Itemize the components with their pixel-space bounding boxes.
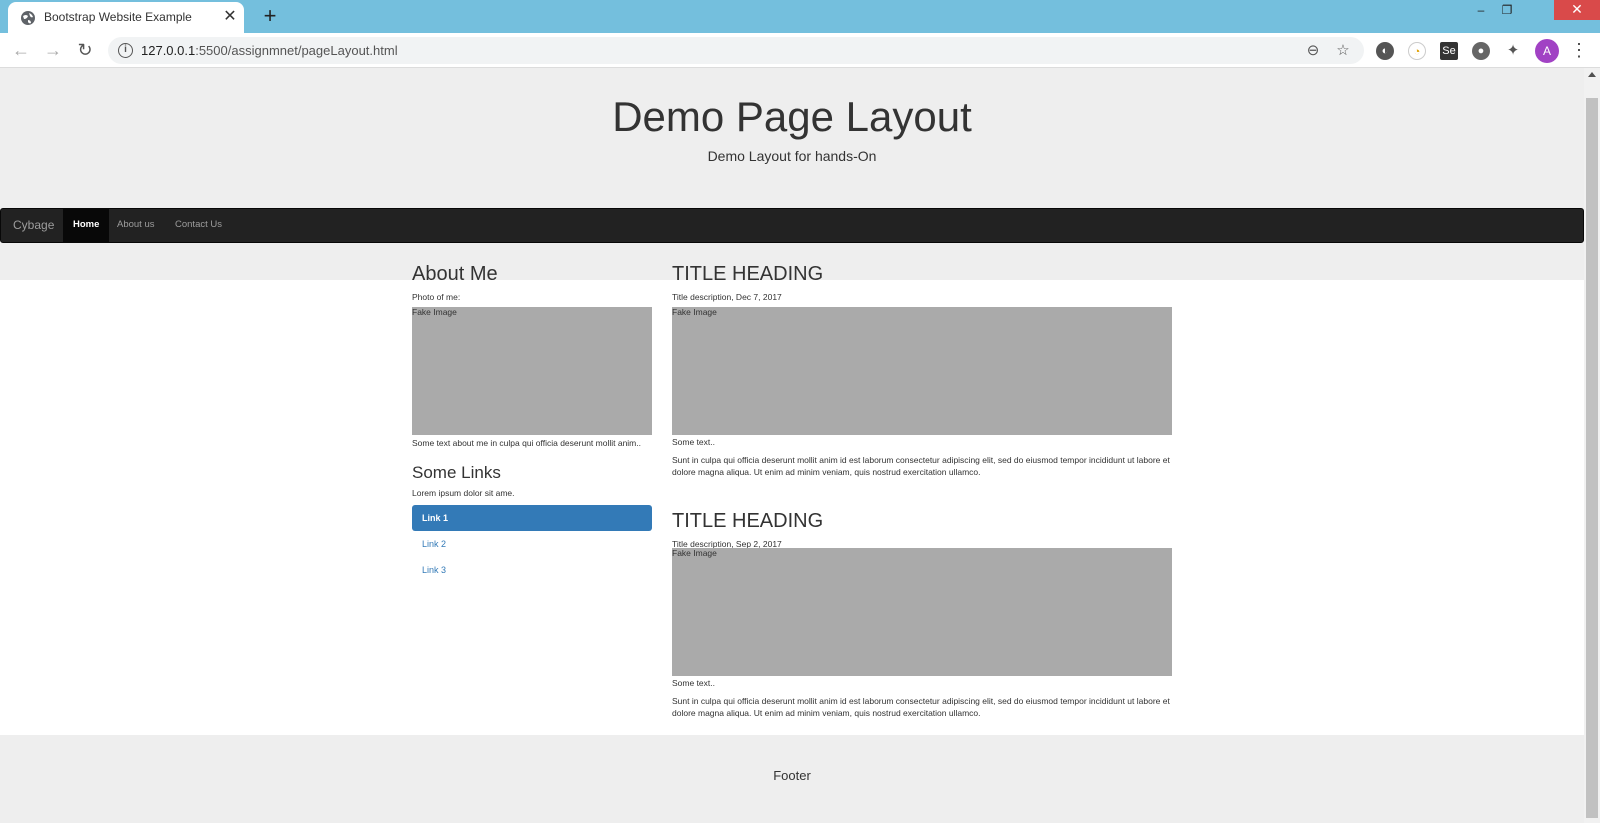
about-text: Some text about me in culpa qui officia … — [412, 438, 641, 448]
footer: Footer — [0, 735, 1584, 823]
browser-menu-icon[interactable]: ⋮ — [1570, 40, 1588, 62]
main-column: TITLE HEADING Title description, Dec 7, … — [672, 263, 1172, 719]
browser-tab[interactable]: Bootstrap Website Example ✕ — [8, 2, 244, 33]
page-subtitle: Demo Layout for hands-On — [707, 148, 877, 164]
jumbotron: Demo Page Layout Demo Layout for hands-O… — [0, 68, 1584, 280]
about-fake-image: Fake Image — [412, 307, 652, 435]
window-minimize-button[interactable]: – — [1470, 2, 1492, 20]
link-2[interactable]: Link 2 — [412, 531, 652, 557]
zoom-icon[interactable]: ⊖ — [1304, 42, 1322, 60]
links-text: Lorem ipsum dolor sit ame. — [412, 488, 515, 498]
tab-title: Bootstrap Website Example — [44, 10, 192, 24]
new-tab-button[interactable]: + — [260, 5, 280, 27]
page-scrollbar[interactable] — [1584, 68, 1600, 823]
selenium-extension-icon[interactable]: Se — [1440, 42, 1458, 60]
bookmark-star-icon[interactable]: ☆ — [1334, 42, 1352, 60]
post-fake-image: Fake Image — [672, 307, 1172, 435]
forward-arrow-icon[interactable]: → — [42, 40, 64, 62]
post-heading: TITLE HEADING — [672, 263, 824, 285]
extension-globe-icon[interactable]: ● — [1472, 42, 1490, 60]
post-fake-image-label: Fake Image — [672, 307, 717, 317]
post-body: Sunt in culpa qui officia deserunt molli… — [672, 696, 1170, 718]
post-description: Title description, Dec 7, 2017 — [672, 292, 782, 302]
url-text[interactable]: 127.0.0.1:5500/assignmnet/pageLayout.htm… — [141, 43, 398, 58]
nav-item-about-us[interactable]: About us — [107, 209, 165, 242]
extension-icon[interactable]: ◔ — [1408, 42, 1426, 60]
address-bar[interactable]: i 127.0.0.1:5500/assignmnet/pageLayout.h… — [108, 37, 1364, 64]
post-heading: TITLE HEADING — [672, 510, 824, 532]
site-info-icon[interactable]: i — [118, 43, 133, 58]
window-close-button[interactable]: ✕ — [1554, 0, 1600, 20]
links-list: Link 1 Link 2 Link 3 — [412, 505, 652, 583]
about-heading: About Me — [412, 263, 498, 285]
photo-label: Photo of me: — [412, 292, 461, 302]
post-description: Title description, Sep 2, 2017 — [672, 539, 782, 548]
url-host: 127.0.0.1 — [141, 43, 196, 58]
post-some-text: Some text.. — [672, 678, 715, 688]
top-navbar: Cybage Home About us Contact Us — [0, 208, 1584, 243]
nav-item-contact-us[interactable]: Contact Us — [165, 209, 232, 242]
reload-icon[interactable]: ↻ — [74, 40, 96, 62]
page-viewport: Demo Page Layout Demo Layout for hands-O… — [0, 68, 1584, 823]
page-title: Demo Page Layout — [612, 93, 972, 140]
scrollbar-thumb[interactable] — [1586, 98, 1598, 818]
back-arrow-icon[interactable]: ← — [10, 40, 32, 62]
profile-avatar[interactable]: A — [1535, 39, 1559, 63]
scroll-up-arrow-icon[interactable] — [1588, 72, 1596, 77]
globe-icon — [21, 11, 35, 25]
post-some-text: Some text.. — [672, 437, 715, 447]
links-heading: Some Links — [412, 463, 501, 482]
browser-toolbar: ← → ↻ i 127.0.0.1:5500/assignmnet/pageLa… — [0, 33, 1600, 68]
window-restore-button[interactable]: ❐ — [1496, 2, 1518, 20]
nav-item-home[interactable]: Home — [63, 209, 110, 242]
dark-mode-extension-icon[interactable]: ◐ — [1376, 42, 1394, 60]
post: TITLE HEADING Title description, Sep 2, … — [672, 510, 1172, 719]
footer-text: Footer — [773, 768, 811, 783]
post-fake-image: Fake Image — [672, 548, 1172, 676]
link-1[interactable]: Link 1 — [412, 505, 652, 531]
sidebar: About Me Photo of me: Fake Image Some te… — [412, 263, 652, 583]
link-3[interactable]: Link 3 — [412, 557, 652, 583]
tab-close-icon[interactable]: ✕ — [222, 9, 238, 25]
puzzle-extensions-icon[interactable]: ✦ — [1504, 42, 1522, 60]
browser-tab-strip: Bootstrap Website Example ✕ + – ❐ ✕ — [0, 0, 1600, 33]
url-path: :5500/assignmnet/pageLayout.html — [195, 43, 398, 58]
about-fake-image-label: Fake Image — [412, 307, 457, 317]
navbar-brand[interactable]: Cybage — [13, 218, 54, 232]
post: TITLE HEADING Title description, Dec 7, … — [672, 263, 1172, 510]
post-fake-image-label: Fake Image — [672, 548, 717, 558]
post-body: Sunt in culpa qui officia deserunt molli… — [672, 455, 1170, 477]
